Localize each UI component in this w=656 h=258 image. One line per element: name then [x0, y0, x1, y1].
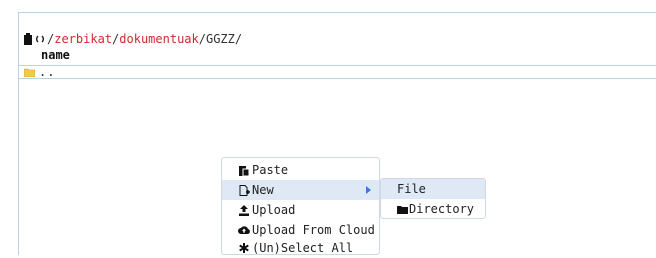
- upload-icon: [238, 204, 250, 216]
- new-submenu: File Directory: [380, 178, 486, 219]
- refresh-icon[interactable]: [35, 33, 45, 45]
- table-row[interactable]: ..: [19, 65, 656, 79]
- cloud-upload-icon: [238, 225, 250, 235]
- column-header-name[interactable]: name: [41, 48, 70, 62]
- submenu-item-label: File: [397, 182, 426, 196]
- submenu-item-label: Directory: [409, 202, 475, 216]
- breadcrumb-separator: /: [234, 32, 243, 46]
- paste-icon: [238, 165, 250, 176]
- menu-item-new[interactable]: New: [222, 180, 379, 200]
- breadcrumb-dokumentuak[interactable]: dokumentuak: [119, 32, 198, 46]
- folder-icon: [397, 205, 408, 214]
- breadcrumb-current: GGZZ: [205, 32, 235, 46]
- new-file-icon: [238, 184, 250, 196]
- menu-item-label: Upload From Cloud: [252, 223, 375, 237]
- folder-icon: [24, 68, 35, 77]
- menu-item-label: Upload: [252, 203, 296, 217]
- menu-item-select-all[interactable]: (Un)Select All: [222, 238, 379, 258]
- asterisk-icon: [238, 243, 250, 253]
- menu-item-label: New: [252, 183, 274, 197]
- breadcrumb-separator: /: [198, 32, 206, 46]
- breadcrumb-separator: /: [112, 32, 120, 46]
- menu-item-paste[interactable]: Paste: [222, 160, 379, 180]
- clipboard-icon[interactable]: [23, 33, 33, 45]
- submenu-item-file[interactable]: File: [381, 179, 485, 199]
- menu-item-label: Paste: [252, 163, 289, 177]
- menu-item-upload-from-cloud[interactable]: Upload From Cloud: [222, 220, 379, 240]
- breadcrumb-zerbikat[interactable]: zerbikat: [54, 32, 112, 46]
- menu-item-label: (Un)Select All: [252, 241, 354, 255]
- menu-item-upload[interactable]: Upload: [222, 200, 379, 220]
- context-menu: Paste New Upload Upload From Cloud (Un)S…: [221, 157, 380, 255]
- row-name: ..: [39, 65, 56, 79]
- breadcrumb: / zerbikat / dokumentuak / GGZZ /: [23, 32, 242, 46]
- submenu-arrow-icon: [366, 186, 371, 194]
- breadcrumb-separator: /: [47, 32, 55, 46]
- submenu-item-directory[interactable]: Directory: [381, 199, 485, 219]
